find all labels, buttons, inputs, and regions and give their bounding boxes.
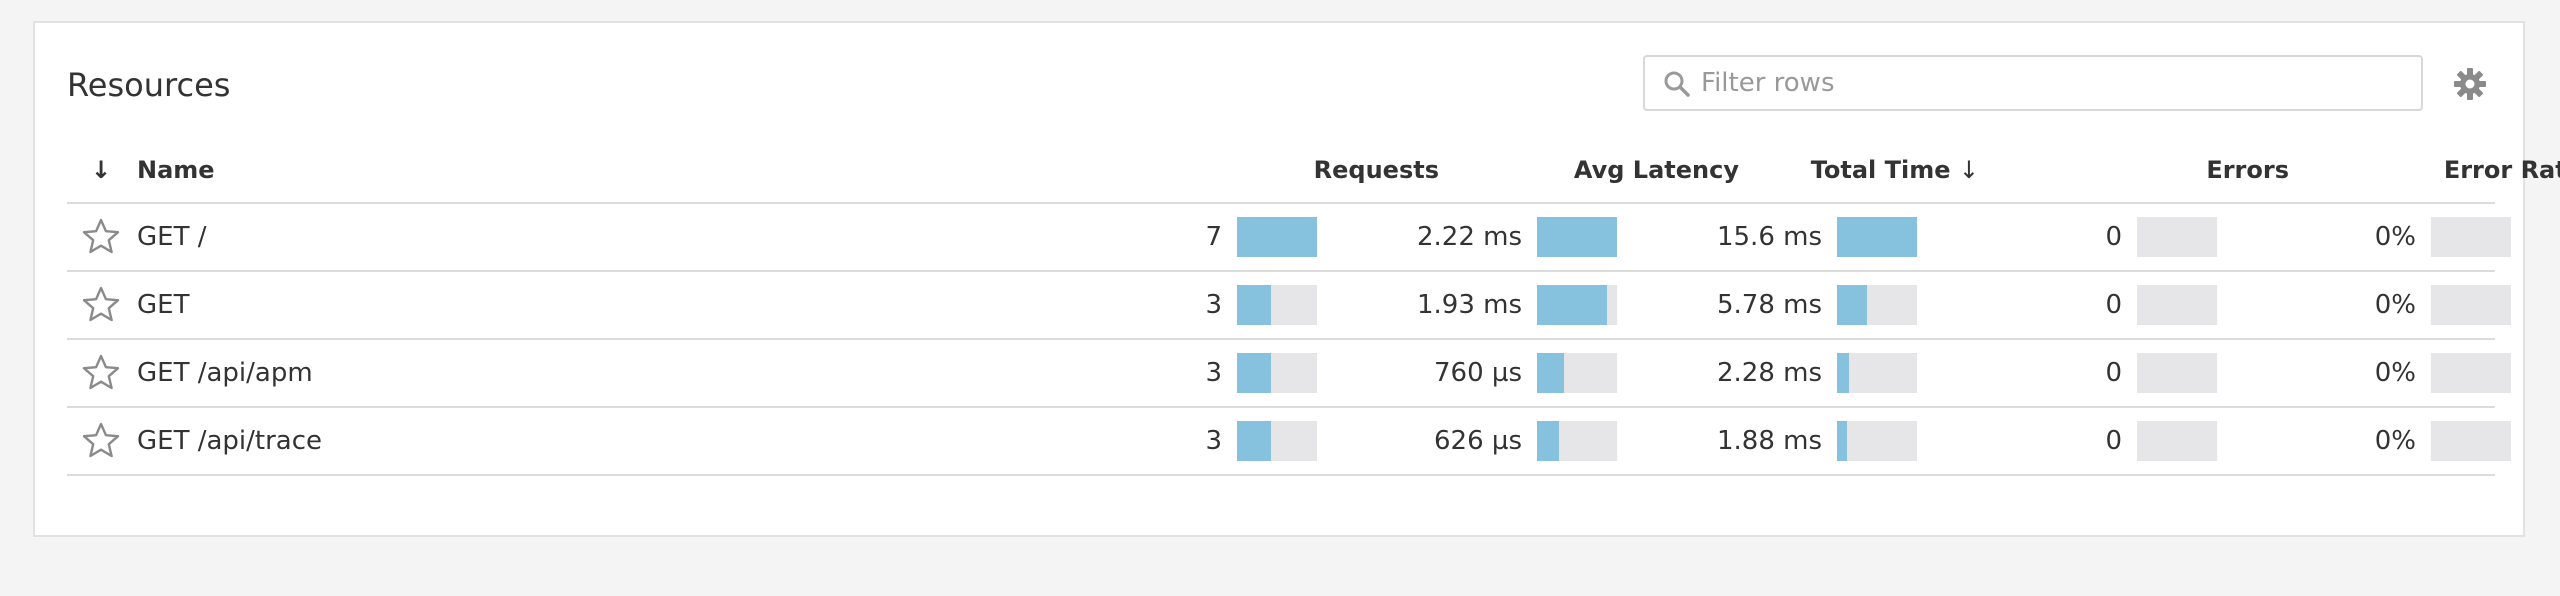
total-time-bar-fill bbox=[1837, 217, 1917, 257]
table-row[interactable]: GET /api/trace 3 626 µs 1.88 ms 0 0% bbox=[67, 408, 2511, 476]
requests-bar-fill bbox=[1237, 285, 1272, 325]
star-icon[interactable] bbox=[81, 353, 121, 393]
requests-value: 3 bbox=[1205, 426, 1222, 456]
resource-name[interactable]: GET /api/apm bbox=[137, 340, 313, 406]
requests-value: 3 bbox=[1205, 358, 1222, 388]
column-header-avg-latency[interactable]: Avg Latency bbox=[1487, 140, 1739, 200]
avg-latency-value: 760 µs bbox=[1434, 358, 1522, 388]
total-time-bar bbox=[1837, 217, 1917, 257]
total-time-value: 15.6 ms bbox=[1716, 222, 1822, 252]
avg-latency-value: 626 µs bbox=[1434, 426, 1522, 456]
total-time-value: 5.78 ms bbox=[1716, 290, 1822, 320]
errors-value: 0 bbox=[2105, 290, 2122, 320]
errors-value: 0 bbox=[2105, 222, 2122, 252]
column-header-name[interactable]: Name bbox=[137, 140, 215, 200]
total-time-value: 2.28 ms bbox=[1716, 358, 1822, 388]
errors-value: 0 bbox=[2105, 426, 2122, 456]
filter-rows-field[interactable] bbox=[1643, 55, 2423, 111]
requests-bar-fill bbox=[1237, 421, 1272, 461]
total-time-bar bbox=[1837, 285, 1917, 325]
star-icon[interactable] bbox=[81, 285, 121, 325]
avg-latency-bar bbox=[1537, 353, 1617, 393]
errors-bar bbox=[2137, 353, 2217, 393]
resource-name[interactable]: GET /api/trace bbox=[137, 408, 322, 474]
error-rate-value: 0% bbox=[2374, 426, 2416, 456]
error-rate-value: 0% bbox=[2374, 358, 2416, 388]
avg-latency-bar bbox=[1537, 285, 1617, 325]
resource-name[interactable]: GET / bbox=[137, 204, 206, 270]
search-icon bbox=[1664, 71, 1690, 97]
requests-value: 3 bbox=[1205, 290, 1222, 320]
column-header-total-time[interactable]: Total Time ↓ bbox=[1727, 140, 1979, 200]
star-icon[interactable] bbox=[81, 217, 121, 257]
avg-latency-bar-fill bbox=[1537, 217, 1617, 257]
table-row[interactable]: GET /api/apm 3 760 µs 2.28 ms 0 0% bbox=[67, 340, 2511, 408]
avg-latency-bar-fill bbox=[1537, 421, 1560, 461]
requests-value: 7 bbox=[1205, 222, 1222, 252]
error-rate-bar bbox=[2431, 421, 2511, 461]
requests-bar bbox=[1237, 421, 1317, 461]
panel-title: Resources bbox=[67, 66, 231, 104]
requests-bar-fill bbox=[1237, 217, 1317, 257]
sort-desc-icon: ↓ bbox=[1958, 156, 1979, 184]
error-rate-bar bbox=[2431, 285, 2511, 325]
total-time-bar bbox=[1837, 421, 1917, 461]
avg-latency-bar bbox=[1537, 217, 1617, 257]
error-rate-bar bbox=[2431, 353, 2511, 393]
errors-bar bbox=[2137, 217, 2217, 257]
resource-name[interactable]: GET bbox=[137, 272, 189, 338]
sort-arrow-icon[interactable]: ↓ bbox=[91, 140, 111, 200]
star-icon[interactable] bbox=[81, 421, 121, 461]
requests-bar-fill bbox=[1237, 353, 1272, 393]
errors-bar bbox=[2137, 421, 2217, 461]
errors-value: 0 bbox=[2105, 358, 2122, 388]
resources-panel: Resources ↓ Name Requests Avg Latency To… bbox=[33, 21, 2560, 537]
total-time-bar bbox=[1837, 353, 1917, 393]
avg-latency-value: 2.22 ms bbox=[1416, 222, 1522, 252]
total-time-label: Total Time bbox=[1810, 156, 1951, 184]
table-row[interactable]: GET / 7 2.22 ms 15.6 ms 0 0% bbox=[67, 204, 2511, 272]
total-time-value: 1.88 ms bbox=[1716, 426, 1822, 456]
table-header: ↓ Name Requests Avg Latency Total Time ↓… bbox=[67, 140, 2560, 204]
requests-bar bbox=[1237, 285, 1317, 325]
error-rate-bar bbox=[2431, 217, 2511, 257]
error-rate-value: 0% bbox=[2374, 290, 2416, 320]
column-header-error-rate[interactable]: Error Rate bbox=[2243, 140, 2560, 200]
total-time-bar-fill bbox=[1837, 353, 1849, 393]
avg-latency-value: 1.93 ms bbox=[1416, 290, 1522, 320]
requests-bar bbox=[1237, 353, 1317, 393]
column-header-requests[interactable]: Requests bbox=[1187, 140, 1439, 200]
total-time-bar-fill bbox=[1837, 421, 1847, 461]
filter-rows-input[interactable] bbox=[1701, 63, 2401, 103]
requests-bar bbox=[1237, 217, 1317, 257]
table-row[interactable]: GET 3 1.93 ms 5.78 ms 0 0% bbox=[67, 272, 2511, 340]
gear-icon[interactable] bbox=[2453, 67, 2487, 101]
avg-latency-bar bbox=[1537, 421, 1617, 461]
error-rate-value: 0% bbox=[2374, 222, 2416, 252]
avg-latency-bar-fill bbox=[1537, 285, 1607, 325]
errors-bar bbox=[2137, 285, 2217, 325]
avg-latency-bar-fill bbox=[1537, 353, 1565, 393]
total-time-bar-fill bbox=[1837, 285, 1867, 325]
